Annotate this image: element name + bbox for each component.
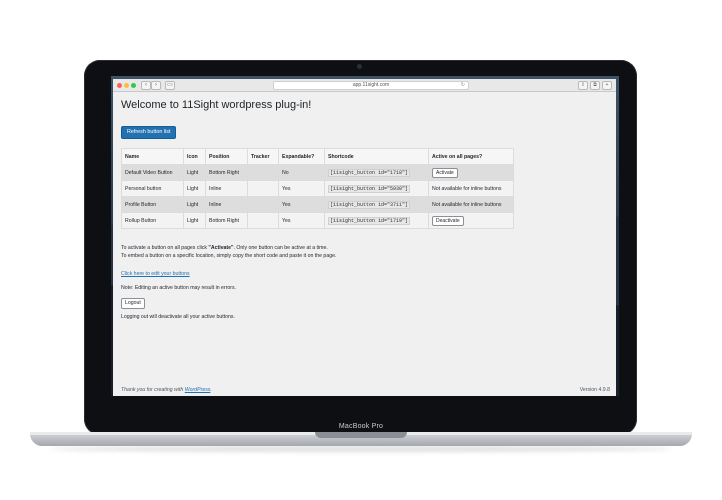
button-name-cell: Default Video Button: [121, 164, 184, 181]
camera-icon: [357, 64, 362, 69]
table-header-row: Name Icon Position Tracker Expandable? S…: [121, 148, 514, 165]
instructions-text: To activate a button on all pages click: [121, 245, 209, 251]
instructions-line-2: To embed a button on a specific location…: [121, 253, 337, 259]
reload-icon[interactable]: ↻: [461, 82, 465, 89]
footer-thanks-text: Thank you for creating with: [121, 387, 185, 393]
share-icon[interactable]: ⇪: [578, 81, 588, 90]
button-name-cell: Personal button: [121, 180, 184, 197]
position-cell: Bottom Right: [205, 164, 248, 181]
plugin-page: Welcome to 11Sight wordpress plug-in! Re…: [113, 92, 616, 396]
edit-buttons-link[interactable]: Click here to edit your buttons: [121, 271, 190, 277]
position-cell: Inline: [205, 180, 248, 197]
shortcode-value[interactable]: [11sight_button id="3711"]: [328, 200, 411, 209]
shortcode-cell: [11sight_button id="1719"]: [324, 212, 429, 229]
icon-cell: Light: [183, 196, 206, 213]
column-header-tracker: Tracker: [247, 148, 279, 165]
table-row: Personal button Light Inline Yes [11sigh…: [121, 180, 514, 197]
close-window-icon[interactable]: [117, 83, 122, 88]
shortcode-cell: [11sight_button id="3711"]: [324, 196, 429, 213]
new-tab-icon[interactable]: +: [602, 81, 612, 90]
footer-thanks: Thank you for creating with WordPress.: [121, 387, 212, 393]
expandable-cell: No: [278, 164, 325, 181]
table-row: Rollup Button Light Bottom Right Yes [11…: [121, 212, 514, 229]
address-bar[interactable]: app.11sight.com ↻: [273, 81, 469, 90]
maximize-window-icon[interactable]: [131, 83, 136, 88]
refresh-button-list-button[interactable]: Refresh button list: [121, 126, 177, 139]
browser-window: ‹ › ▭ app.11sight.com ↻ ⇪ ⧉ + Welcome to…: [113, 79, 616, 396]
shortcode-cell: [11sight_button id="5930"]: [324, 180, 429, 197]
column-header-position: Position: [205, 148, 248, 165]
buttons-table: Name Icon Position Tracker Expandable? S…: [121, 148, 514, 229]
column-header-name: Name: [121, 148, 184, 165]
expandable-cell: Yes: [278, 196, 325, 213]
activate-button[interactable]: Activate: [432, 167, 458, 178]
page-title: Welcome to 11Sight wordpress plug-in!: [121, 99, 312, 111]
active-cell: Activate: [428, 164, 514, 181]
column-header-icon: Icon: [183, 148, 206, 165]
sidebar-icon[interactable]: ▭: [165, 81, 175, 90]
icon-cell: Light: [183, 212, 206, 229]
deactivate-button[interactable]: Deactivate: [432, 215, 464, 226]
address-bar-url: app.11sight.com: [352, 82, 390, 88]
table-row: Profile Button Light Inline Yes [11sight…: [121, 196, 514, 213]
tracker-cell: [247, 164, 279, 181]
instructions-activate-keyword: "Activate": [208, 245, 234, 251]
button-name-cell: Rollup Button: [121, 212, 184, 229]
instructions-line-1: To activate a button on all pages click …: [121, 245, 328, 251]
instructions-text: . Only one button can be active at a tim…: [233, 245, 328, 251]
back-icon[interactable]: ‹: [141, 81, 151, 90]
footer-version: Version 4.9.8: [579, 387, 610, 393]
footer-thanks-suffix: .: [210, 387, 212, 393]
tracker-cell: [247, 180, 279, 197]
device-brand-label: MacBook Pro: [338, 423, 384, 430]
logout-note: Logging out will deactivate all your act…: [121, 314, 235, 320]
expandable-cell: Yes: [278, 212, 325, 229]
shortcode-value[interactable]: [11sight_button id="1718"]: [328, 168, 411, 177]
tabs-overview-icon[interactable]: ⧉: [590, 81, 600, 90]
forward-icon[interactable]: ›: [151, 81, 161, 90]
table-row: Default Video Button Light Bottom Right …: [121, 164, 514, 181]
editing-note: Note: Editing an active button may resul…: [121, 285, 237, 291]
icon-cell: Light: [183, 164, 206, 181]
laptop-shadow: [50, 446, 672, 452]
expandable-cell: Yes: [278, 180, 325, 197]
column-header-shortcode: Shortcode: [324, 148, 429, 165]
tracker-cell: [247, 212, 279, 229]
active-cell: Not available for inline buttons: [428, 196, 514, 213]
shortcode-value[interactable]: [11sight_button id="1719"]: [328, 216, 411, 225]
minimize-window-icon[interactable]: [124, 83, 129, 88]
logout-button[interactable]: Logout: [121, 298, 145, 309]
icon-cell: Light: [183, 180, 206, 197]
column-header-active: Active on all pages?: [428, 148, 514, 165]
active-cell: Deactivate: [428, 212, 514, 229]
position-cell: Inline: [205, 196, 248, 213]
laptop-screen: ‹ › ▭ app.11sight.com ↻ ⇪ ⧉ + Welcome to…: [111, 76, 619, 396]
tracker-cell: [247, 196, 279, 213]
shortcode-cell: [11sight_button id="1718"]: [324, 164, 429, 181]
active-cell: Not available for inline buttons: [428, 180, 514, 197]
browser-titlebar: ‹ › ▭ app.11sight.com ↻ ⇪ ⧉ +: [113, 79, 616, 92]
position-cell: Bottom Right: [205, 212, 248, 229]
shortcode-value[interactable]: [11sight_button id="5930"]: [328, 184, 411, 193]
laptop-notch: [315, 432, 407, 438]
button-name-cell: Profile Button: [121, 196, 184, 213]
wordpress-link[interactable]: WordPress: [185, 387, 211, 393]
column-header-expandable: Expandable?: [278, 148, 325, 165]
